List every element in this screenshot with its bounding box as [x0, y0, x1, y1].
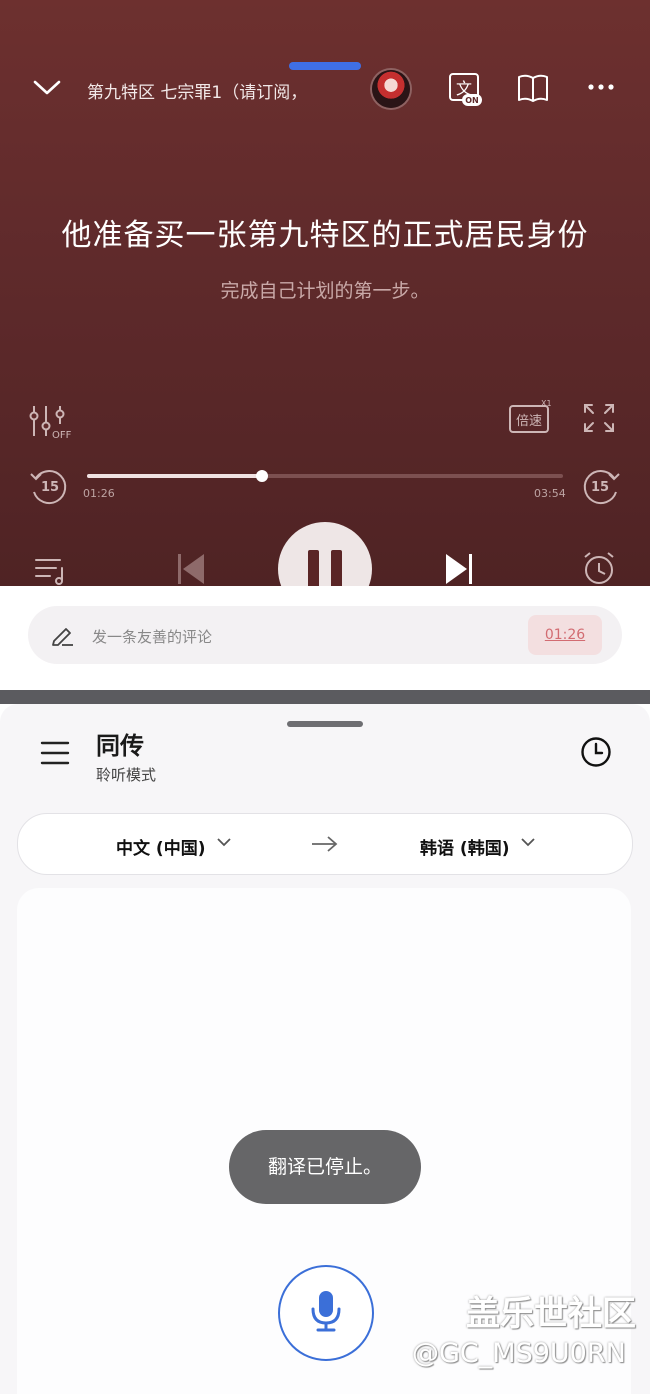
playlist-icon[interactable] — [34, 554, 70, 586]
translate-icon[interactable]: 文 ON — [448, 72, 484, 108]
comment-input[interactable]: 发一条友善的评论 01:26 — [28, 606, 622, 664]
progress-fill — [87, 474, 262, 478]
alarm-clock-icon[interactable] — [580, 550, 618, 586]
chevron-down-icon[interactable] — [32, 76, 62, 98]
comment-section: 发一条友善的评论 01:26 — [0, 586, 650, 690]
microphone-button[interactable] — [278, 1265, 374, 1361]
comment-placeholder: 发一条友善的评论 — [92, 628, 213, 646]
speed-label: 倍速 — [516, 414, 542, 429]
target-language-select[interactable]: 韩语 (韩国) — [420, 834, 509, 859]
next-track-icon[interactable] — [442, 552, 476, 586]
lyric-next-line: 完成自己计划的第一步。 — [220, 280, 430, 302]
pause-icon — [308, 550, 319, 586]
more-options-icon[interactable] — [586, 80, 616, 94]
equalizer-off-label: OFF — [52, 430, 72, 440]
arrow-right-icon[interactable] — [310, 834, 340, 854]
comment-timestamp[interactable]: 01:26 — [528, 615, 602, 655]
player-header: 第九特区 七宗罪1（请订阅， 文 ON — [0, 70, 650, 110]
history-clock-icon[interactable] — [580, 736, 612, 768]
avatar[interactable] — [372, 70, 410, 108]
speed-value: X1 — [541, 399, 552, 408]
chevron-down-icon[interactable] — [216, 836, 232, 848]
menu-icon[interactable] — [40, 740, 70, 766]
forward-15-icon[interactable]: 15 — [580, 466, 622, 506]
panel-drag-handle[interactable] — [287, 721, 363, 727]
fullscreen-icon[interactable] — [582, 402, 616, 434]
chevron-down-icon[interactable] — [520, 836, 536, 848]
status-toast: 翻译已停止。 — [229, 1130, 421, 1204]
translate-badge: ON — [465, 96, 479, 105]
watermark-site: 盖乐世社区 — [466, 1294, 636, 1334]
audio-player-panel: 第九特区 七宗罪1（请订阅， 文 ON 他准备买一张第九特区的正式居民身份 完成… — [0, 0, 650, 586]
forward-seconds: 15 — [591, 480, 609, 495]
split-screen-divider[interactable] — [0, 690, 650, 709]
watermark-user: @GC_MS9U0RN — [412, 1338, 626, 1369]
progress-slider[interactable] — [87, 470, 563, 482]
equalizer-icon[interactable]: OFF — [28, 404, 76, 440]
mode-subtitle: 聆听模式 — [96, 766, 157, 784]
total-duration: 03:54 — [534, 487, 566, 500]
book-title[interactable]: 第九特区 七宗罪1（请订阅， — [87, 78, 317, 103]
drag-handle[interactable] — [289, 62, 361, 70]
source-language-select[interactable]: 中文 (中国) — [116, 834, 205, 859]
page-title: 同传 — [96, 732, 144, 760]
pencil-icon — [52, 628, 73, 646]
language-selector-bar: 中文 (中国) 韩语 (韩国) — [17, 813, 633, 875]
progress-thumb[interactable] — [255, 470, 268, 482]
elapsed-time: 01:26 — [83, 487, 115, 500]
lyric-current-line: 他准备买一张第九特区的正式居民身份 — [61, 218, 589, 253]
book-icon[interactable] — [516, 72, 550, 104]
playback-speed-button[interactable]: 倍速 X1 — [508, 398, 552, 436]
microphone-icon — [311, 1291, 341, 1332]
pause-button[interactable] — [278, 522, 372, 586]
rewind-15-icon[interactable]: 15 — [28, 466, 70, 506]
rewind-seconds: 15 — [41, 480, 59, 495]
previous-track-icon[interactable] — [174, 552, 208, 586]
